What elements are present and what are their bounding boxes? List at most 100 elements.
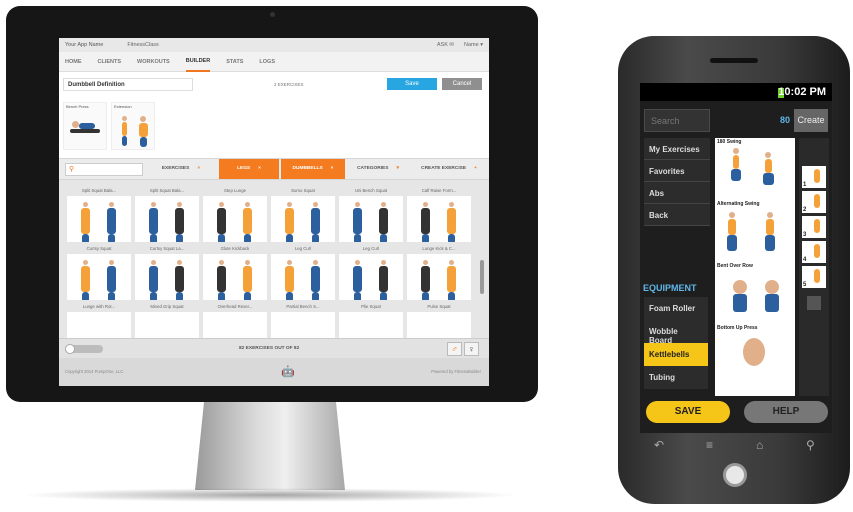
exercise-card-image (407, 196, 471, 242)
exercise-search-input[interactable]: ⚲ (65, 163, 143, 176)
exercise-name: Bottom Up Press (715, 324, 795, 332)
home-button[interactable] (723, 463, 747, 487)
exercise-card[interactable]: Leg Curl (271, 246, 335, 300)
dumbbells-filter[interactable]: DUMBBELLS × (281, 159, 345, 179)
equipment-wobble-board[interactable]: Wobble Board (644, 320, 708, 345)
user-menu[interactable]: Name ▾ (464, 42, 483, 48)
exercise-name: 180 Swing (715, 138, 795, 146)
exercise-card-image (339, 196, 403, 242)
list-item[interactable]: Bottom Up Press (715, 324, 795, 386)
category-my-exercises[interactable]: My Exercises (644, 138, 710, 160)
exercise-card[interactable]: Lunge Kick & C... (407, 246, 471, 300)
exercise-card-label: Lunge with Rot... (82, 304, 116, 309)
routine-name-input[interactable]: Dumbbell Definition (63, 78, 193, 91)
exercise-count: 80 (780, 115, 791, 125)
legs-filter[interactable]: LEGS × (219, 159, 279, 179)
routine-slot[interactable]: 1 (802, 166, 826, 188)
ask-link[interactable]: ASK ✉ (437, 42, 454, 48)
main-nav: HOME CLIENTS WORKOUTS BUILDER STATS LOGS (59, 52, 489, 72)
app-name: Your App Name (65, 42, 104, 48)
equipment-foam-roller[interactable]: Foam Roller (644, 297, 708, 320)
brand-name: FitnessClass (127, 42, 159, 48)
routine-exercise-count: 2 EXERCISES (274, 82, 304, 87)
routine-slot[interactable]: 5 (802, 266, 826, 288)
exercise-card-image (67, 254, 131, 300)
exercises-filter[interactable]: EXERCISES × (145, 159, 217, 179)
exercise-card-label: Lunge Kick & C... (422, 246, 456, 251)
monitor: Your App Name FitnessClass ASK ✉ Name ▾ … (6, 6, 538, 402)
routine-exercise-thumb[interactable]: Bench Press (63, 102, 107, 150)
tab-logs[interactable]: LOGS (259, 53, 275, 71)
exercise-card-label: Split Squat Bala... (81, 188, 117, 193)
exercise-card[interactable]: Split Squat Bala... (67, 188, 131, 242)
equipment-tubing[interactable]: Tubing (644, 366, 708, 389)
exercise-card[interactable]: Calf Raise Form... (407, 188, 471, 242)
female-filter-icon[interactable]: ♀ (464, 342, 479, 356)
tab-workouts[interactable]: WORKOUTS (137, 53, 170, 71)
help-button[interactable]: HELP (744, 401, 828, 423)
exercise-card-label: Sumo Squat (291, 188, 315, 193)
tab-home[interactable]: HOME (65, 53, 82, 71)
male-filter-icon[interactable]: ♂ (447, 342, 462, 356)
list-item[interactable]: Bent Over Row (715, 262, 795, 324)
results-count: 82 EXERCISES OUT OF 82 (239, 346, 300, 351)
filter-bar: ⚲ EXERCISES × LEGS × DUMBBELLS × CATEGORIES… (59, 158, 489, 180)
product-showcase: Your App Name FitnessClass ASK ✉ Name ▾ … (0, 0, 853, 512)
powered-by-text: Powered by FitnessBuilder (431, 369, 481, 374)
menu-icon[interactable]: ≡ (706, 438, 713, 452)
category-favorites[interactable]: Favorites (644, 160, 710, 182)
exercise-card[interactable]: Curtsy Squat (67, 246, 131, 300)
create-exercise-button[interactable]: CREATE EXERCISE + (411, 159, 487, 179)
home-icon[interactable]: ⌂ (756, 438, 763, 452)
save-button[interactable]: Save (387, 78, 437, 90)
equipment-kettlebells[interactable]: Kettlebells (644, 343, 708, 366)
routine-slot[interactable]: 2 (802, 191, 826, 213)
exercise-name: Bent Over Row (715, 262, 795, 270)
exercise-card-image (67, 196, 131, 242)
view-toggle[interactable] (65, 344, 103, 354)
copyright-text: Copyright 2014 PumpOne, LLC (65, 369, 124, 374)
exercise-card[interactable]: Sumo Squat (271, 188, 335, 242)
results-bar: 82 EXERCISES OUT OF 82 ♂ ♀ (59, 338, 489, 358)
category-back[interactable]: Back (644, 204, 710, 226)
cancel-button[interactable]: Cancel (442, 78, 482, 90)
exercise-card[interactable]: Uni Bench Squat (339, 188, 403, 242)
monitor-shadow (20, 488, 520, 502)
category-abs[interactable]: Abs (644, 182, 710, 204)
tab-stats[interactable]: STATS (226, 53, 243, 71)
list-item[interactable]: Alternating Swing (715, 200, 795, 262)
exercise-card-image (271, 254, 335, 300)
exercise-card[interactable]: Curtsy Squat La... (135, 246, 199, 300)
exercise-card[interactable]: Leg Curl (339, 246, 403, 300)
exercise-card-label: Partial Bench S... (286, 304, 320, 309)
routine-slot[interactable]: 4 (802, 241, 826, 263)
grid-scrollbar[interactable] (480, 260, 484, 294)
tab-clients[interactable]: CLIENTS (98, 53, 122, 71)
save-button[interactable]: SAVE (646, 401, 730, 423)
routine-slot[interactable]: 3 (802, 216, 826, 238)
add-slot-icon[interactable] (807, 296, 821, 310)
remove-icon[interactable]: × (258, 166, 261, 171)
status-bar: 10:02 PM (640, 83, 832, 101)
exercise-name: Alternating Swing (715, 200, 795, 208)
mobile-app: 10:02 PM Search 80 Create My Exercises F… (640, 83, 832, 433)
camera-icon (270, 12, 275, 17)
categories-dropdown[interactable]: CATEGORIES ▾ (347, 159, 409, 179)
clock: 10:02 PM (778, 86, 826, 98)
list-item[interactable]: 180 Swing (715, 138, 795, 200)
phone: 10:02 PM Search 80 Create My Exercises F… (618, 36, 850, 504)
exercise-card[interactable]: Glute Kickback (203, 246, 267, 300)
exercise-grid: Split Squat Bala... Split Squat Bala... St… (67, 188, 479, 358)
create-button[interactable]: Create (794, 109, 828, 132)
android-icon[interactable]: 🤖 (281, 365, 295, 378)
exercise-card-label: Glute Kickback (220, 246, 250, 251)
back-icon[interactable]: ↶ (654, 438, 664, 452)
remove-icon[interactable]: × (331, 166, 334, 171)
search-icon[interactable]: ⚲ (806, 438, 815, 452)
tab-builder[interactable]: BUILDER (185, 52, 211, 72)
exercise-card[interactable]: Split Squat Bala... (135, 188, 199, 242)
remove-icon[interactable]: × (197, 166, 200, 171)
exercise-card[interactable]: Step Lunge (203, 188, 267, 242)
search-input[interactable]: Search (644, 109, 710, 132)
routine-exercise-thumb[interactable]: Extension (111, 102, 155, 150)
